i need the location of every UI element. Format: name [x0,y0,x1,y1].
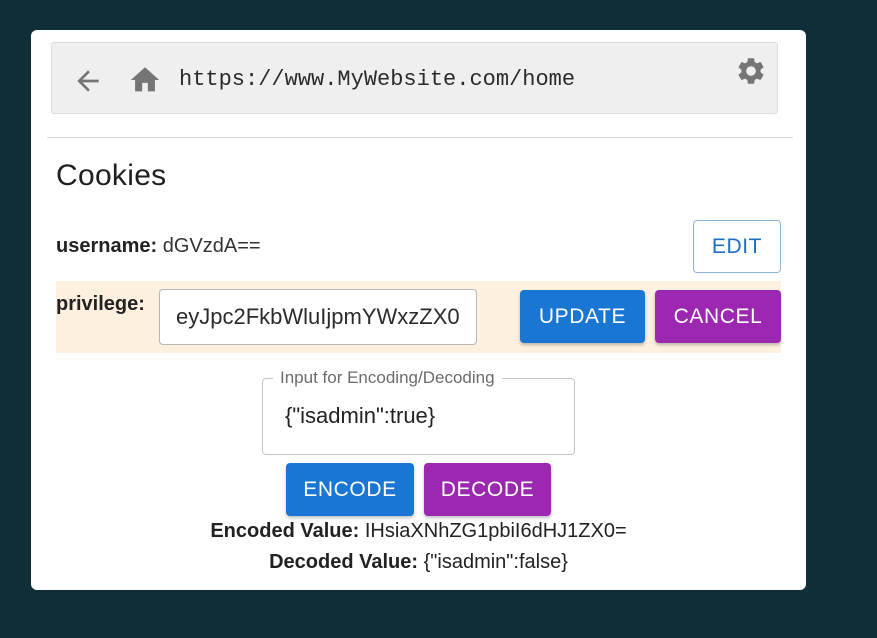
header-divider [47,137,793,138]
main-card: https://www.MyWebsite.com/home Cookies u… [31,30,806,590]
encoded-label: Encoded Value: [210,520,360,542]
decoded-result: Decoded Value: {"isadmin":false} [31,549,806,575]
encode-button[interactable]: ENCODE [286,463,414,516]
cancel-button[interactable]: CANCEL [655,290,781,343]
home-icon[interactable] [128,63,162,97]
gear-icon[interactable] [735,55,767,87]
encode-decode-field: Input for Encoding/Decoding [262,368,575,455]
edit-button[interactable]: EDIT [693,220,781,273]
decoded-value: {"isadmin":false} [423,551,568,573]
username-label: username: [56,235,158,257]
url-text[interactable]: https://www.MyWebsite.com/home [179,65,575,95]
username-row: username: dGVzdA== [56,232,261,260]
encode-decode-label: Input for Encoding/Decoding [273,368,502,388]
update-button[interactable]: UPDATE [520,290,645,343]
username-value: dGVzdA== [162,235,261,257]
privilege-label: privilege: [56,293,145,315]
arrow-back-icon[interactable] [72,65,104,97]
page-title: Cookies [56,159,167,192]
privilege-input[interactable] [159,289,477,345]
encoded-value: IHsiaXNhZG1pbiI6dHJ1ZX0= [364,520,627,542]
url-bar: https://www.MyWebsite.com/home [51,42,778,114]
decode-button[interactable]: DECODE [424,463,551,516]
encode-decode-input[interactable] [273,393,563,439]
encoded-result: Encoded Value: IHsiaXNhZG1pbiI6dHJ1ZX0= [31,518,806,544]
decoded-label: Decoded Value: [269,551,419,573]
